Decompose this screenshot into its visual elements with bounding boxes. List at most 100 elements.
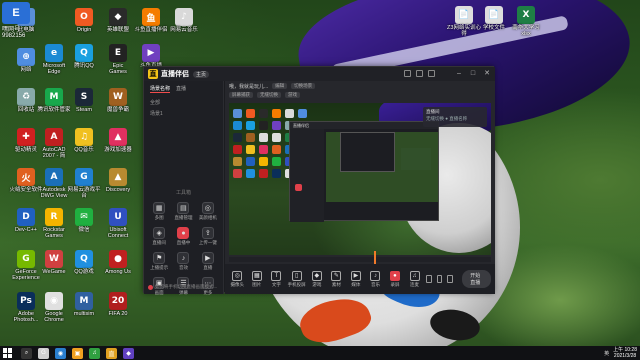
desktop-icon[interactable]: E Epic Games [100,44,136,75]
overlay-logo-line2: 9982156 [2,33,26,39]
desktop-icon-label: Among Us [105,269,131,275]
desktop-icon[interactable]: X 南华大学习 xlsx [508,6,544,37]
tab-live[interactable]: 直播 [176,85,186,93]
source-chip[interactable]: 屏幕捕获 [229,92,253,98]
tool-item[interactable]: ⇪ 上传一键 [197,227,219,246]
source-chip[interactable]: 无缝切换 [257,92,281,98]
tool-item[interactable]: ▦ 多图 [148,202,170,221]
message-icon[interactable] [416,70,423,77]
bottom-tool-button[interactable]: ▶ 媒体 [348,270,365,288]
gear-icon[interactable] [447,275,454,283]
desktop-icon[interactable]: 📄 学校文件 [476,6,512,31]
app-icon: e [45,44,63,62]
edit-chip[interactable]: 编辑 [272,83,288,89]
minimize-icon[interactable]: – [455,69,463,77]
preview-mini-icon [246,109,255,118]
preview-mini-icon [259,121,268,130]
desktop-icon[interactable]: ◆ 英雄联盟 [100,8,136,33]
taskbar-app-icon[interactable]: ⌕ [21,347,32,359]
streaming-app-window[interactable]: 直 直播伴侣 主页 – □ ✕ 场景名称 直播 全部 场景1 工具箱 ▦ 多图 ▤ 直… [143,66,495,295]
desktop-icon[interactable]: Mmultisim [66,292,102,317]
sidebar-row[interactable]: 全部 [144,97,223,108]
tool-item[interactable]: ♪ 音效 [172,252,194,271]
user-icon[interactable] [404,70,411,77]
desktop-icon[interactable]: Q 腾讯QQ [66,44,102,69]
bottom-tool-label: 图片 [252,281,262,287]
desktop-icon[interactable]: S Steam [66,88,102,113]
desktop-icon[interactable]: 20 FIFA 20 [100,292,136,317]
desktop-icon[interactable]: O Origin [66,8,102,33]
desktop-icon[interactable]: G 网易云游戏平台 [66,168,102,199]
desktop-icon[interactable]: U Ubisoft Connect [100,208,136,239]
tool-item[interactable]: ● 直播中 [172,227,194,246]
bottom-tool-button[interactable]: ▯ 手机投屏 [287,270,306,288]
desktop-icon-label: Discovery [105,187,131,193]
desktop-icon[interactable]: ✉ 微信 [66,208,102,233]
tool-item[interactable]: ◈ 直播间 [148,227,170,246]
bottom-tool-label: 手机投屏 [287,281,306,287]
tool-label: 直播管理 [174,215,193,220]
desktop-icon-label: Steam [76,107,92,113]
tool-label: 美颜相机 [198,215,217,220]
desktop-icon[interactable]: 鱼斗鱼直播伴侣 [133,8,169,33]
bottom-tool-icon: ▯ [291,270,302,281]
start-button[interactable] [3,348,13,358]
bottom-tool-button[interactable]: ✎ 素材 [328,270,345,288]
bottom-tool-button[interactable]: ▦ 图片 [249,270,266,288]
close-icon[interactable]: ✕ [483,69,491,77]
tool-item[interactable]: ▤ 直播管理 [172,202,194,221]
preview-mini-icon [259,133,268,142]
sidebar-row[interactable]: 场景1 [144,108,223,119]
desktop-icon[interactable]: Q QQ游戏 [66,250,102,275]
go-live-button[interactable]: 开始直播 [462,270,492,288]
app-titlebar[interactable]: 直 直播伴侣 主页 – □ ✕ [144,67,495,81]
bottom-tool-button[interactable]: ♪ 音乐 [367,270,384,288]
tool-item[interactable]: ◎ 美颜相机 [197,202,219,221]
speaker-icon[interactable] [436,275,443,283]
bottom-tool-button[interactable]: T 文字 [268,270,285,288]
tool-item[interactable]: ▶ 直播 [197,252,219,271]
taskbar-app-icon[interactable]: ♫ [89,347,100,359]
desktop-icon[interactable]: ♫ QQ音乐 [66,128,102,153]
tab-scene[interactable]: 场景名称 [150,85,171,93]
tool-icon: ⇪ [201,227,214,239]
app-icon: R [45,208,63,226]
mic-icon[interactable] [425,275,432,283]
desktop-icon[interactable]: W 魔兽争霸 [100,88,136,113]
desktop-icon-label: 微信 [78,227,90,233]
settings-icon[interactable] [428,70,435,77]
desktop-icon[interactable]: ▲ Discovery [100,168,136,193]
bottom-tool-label: 媒体 [351,281,361,287]
taskbar-app-icon[interactable]: ◉ [55,347,66,359]
tool-label: 直播中 [176,240,191,245]
maximize-icon[interactable]: □ [469,69,477,77]
timeline-marker[interactable] [374,251,376,265]
live-preview[interactable]: 直播伴侣 直播间 无缝切换 ● 直播名称 [229,103,491,255]
timeline-bar[interactable] [229,251,491,265]
tool-item[interactable]: ⚑ 上播提示 [148,252,170,271]
app-tag[interactable]: 主页 [193,70,210,78]
desktop-icon[interactable]: ● Among Us [100,250,136,275]
preview-overlay[interactable]: 直播间 无缝切换 ● 直播名称 [423,107,487,127]
desktop-icon[interactable]: ▲ 游戏加速器 [100,128,136,153]
app-icon: D [17,208,35,226]
bottom-tool-icon: T [271,270,282,281]
ime-indicator[interactable]: 英 [604,350,609,357]
system-tray: 英 上午 10:28 2021/3/28 [604,347,637,359]
app-icon: A [45,168,63,186]
bottom-tool-button[interactable]: ● 录屏 [387,270,404,288]
clock[interactable]: 上午 10:28 2021/3/28 [613,347,637,359]
taskbar-app-icon[interactable]: G [38,347,49,359]
source-chip[interactable]: 游戏 [285,92,300,98]
taskbar-app-icon[interactable]: 直 [106,347,117,359]
main-title: 哦，我就是玩儿... [229,83,269,90]
sidebar-notice[interactable]: 如何将手机切换直播画面模式... [148,284,220,290]
bottom-tool-button[interactable]: ◆ 游戏 [309,270,326,288]
switch-scene-chip[interactable]: 切换场景 [291,83,316,89]
taskbar-app-icon[interactable]: ◆ [123,347,134,359]
app-icon: ⊕ [17,48,35,66]
bottom-tool-button[interactable]: ♫ 连麦 [406,270,423,288]
bottom-tool-button[interactable]: ◎ 摄像头 [229,270,246,288]
taskbar-app-icon[interactable]: ▣ [72,347,83,359]
desktop-icon[interactable]: ♪ 网易云音乐 [166,8,202,33]
